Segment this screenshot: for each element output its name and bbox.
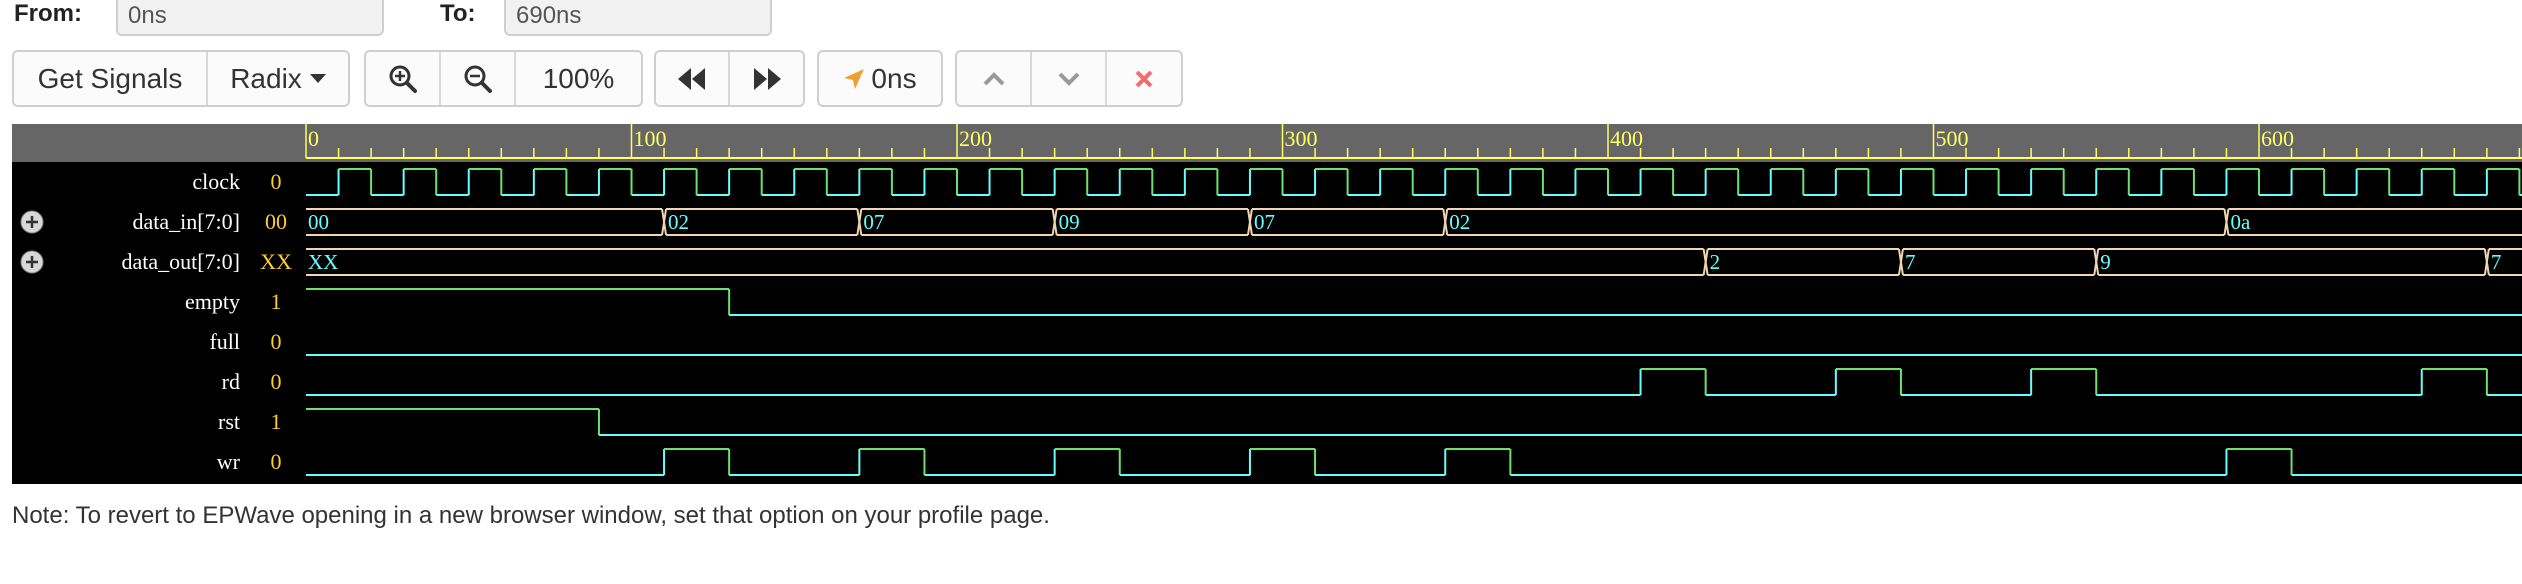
radix-dropdown-button[interactable]: Radix xyxy=(208,52,348,105)
signals-button-group: Get Signals Radix xyxy=(12,50,350,107)
bus-value-label: 7 xyxy=(2491,250,2502,274)
radix-label: Radix xyxy=(230,62,302,94)
signal-value: 0 xyxy=(271,169,282,194)
signal-value: 00 xyxy=(265,209,287,234)
cursor-time-value: 0ns xyxy=(871,62,917,94)
fast-forward-button[interactable] xyxy=(730,52,803,105)
zoom-in-button[interactable] xyxy=(366,52,441,105)
bus-value-label: 07 xyxy=(863,210,884,234)
bus-value-label: 7 xyxy=(1905,250,1916,274)
signal-value: XX xyxy=(260,249,292,274)
caret-down-icon xyxy=(309,73,326,83)
close-icon xyxy=(1135,70,1153,87)
time-range-row: From: 0ns To: 690ns xyxy=(0,0,2522,38)
rewind-icon xyxy=(678,67,705,90)
signal-value: 1 xyxy=(271,289,282,314)
signal-name: full xyxy=(209,329,240,354)
signal-value: 0 xyxy=(271,449,282,474)
fast-forward-icon xyxy=(753,67,781,90)
zoom-in-icon xyxy=(389,65,417,93)
ruler-tick-label: 0 xyxy=(308,126,319,151)
signal-name: clock xyxy=(192,169,240,194)
remove-signal-button[interactable] xyxy=(1107,52,1181,105)
navigation-button-group xyxy=(654,50,805,107)
profile-note: Note: To revert to EPWave opening in a n… xyxy=(12,502,1050,529)
signal-name: empty xyxy=(185,289,240,314)
chevron-down-icon xyxy=(1058,72,1079,86)
move-up-button[interactable] xyxy=(957,52,1032,105)
bus-value-label: 2 xyxy=(1710,250,1721,274)
zoom-button-group: 100% xyxy=(364,50,643,107)
bus-value-label: 9 xyxy=(2100,250,2111,274)
signal-name: data_out[7:0] xyxy=(121,249,240,274)
bus-value-label: 09 xyxy=(1059,210,1080,234)
location-arrow-icon xyxy=(844,68,865,89)
cursor-time-button[interactable]: 0ns xyxy=(819,52,941,105)
ruler-tick-label: 600 xyxy=(2261,126,2294,151)
zoom-out-button[interactable] xyxy=(441,52,516,105)
bus-value-label: 02 xyxy=(1449,210,1470,234)
bus-value-label: 00 xyxy=(308,210,329,234)
bus-value-label: XX xyxy=(308,250,338,274)
bus-value-label: 02 xyxy=(668,210,689,234)
to-label: To: xyxy=(440,0,476,27)
ruler-tick-label: 200 xyxy=(959,126,992,151)
cursor-time-group: 0ns xyxy=(817,50,943,107)
zoom-out-icon xyxy=(464,65,492,93)
ruler-tick-label: 100 xyxy=(634,126,667,151)
signal-name: data_in[7:0] xyxy=(132,209,240,234)
chevron-up-icon xyxy=(983,71,1004,85)
time-ruler xyxy=(12,124,2522,162)
ruler-tick-label: 500 xyxy=(1936,126,1969,151)
ruler-tick-label: 300 xyxy=(1285,126,1318,151)
signal-value: 0 xyxy=(271,369,282,394)
bus-value-label: 07 xyxy=(1254,210,1275,234)
move-down-button[interactable] xyxy=(1032,52,1107,105)
get-signals-button[interactable]: Get Signals xyxy=(14,52,208,105)
ruler-tick-label: 400 xyxy=(1610,126,1643,151)
signal-name: rst xyxy=(218,409,240,434)
signal-order-group xyxy=(955,50,1183,107)
zoom-level-button[interactable]: 100% xyxy=(516,52,641,105)
signal-name: wr xyxy=(217,449,241,474)
from-label: From: xyxy=(14,0,82,27)
waveform-viewer[interactable]: 0 100 200 300 400 500 600clock 0data_in[7:0] 00 0… xyxy=(12,124,2522,484)
bus-value-label: 0a xyxy=(2230,210,2251,234)
from-input[interactable]: 0ns xyxy=(116,0,384,36)
signal-value: 1 xyxy=(271,409,282,434)
to-input[interactable]: 690ns xyxy=(504,0,772,36)
signal-value: 0 xyxy=(271,329,282,354)
rewind-button[interactable] xyxy=(656,52,730,105)
signal-name: rd xyxy=(222,369,240,394)
